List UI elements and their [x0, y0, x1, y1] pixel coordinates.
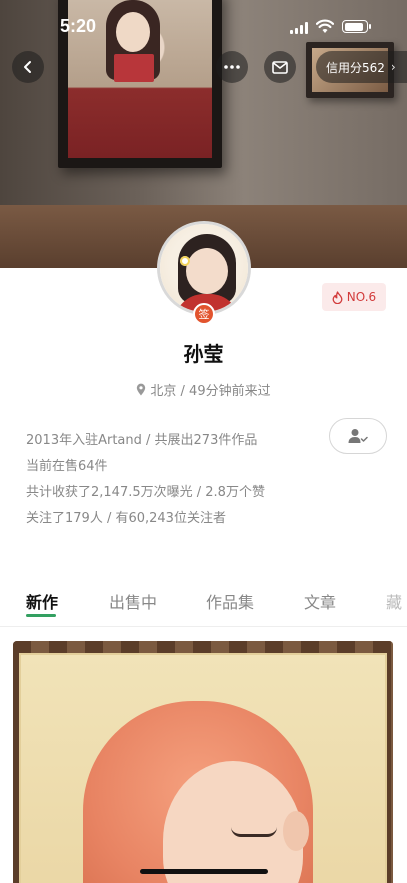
- credit-score-button[interactable]: 信用分562 ›: [316, 51, 407, 83]
- artist-profile-page: 5:20 信用分562 › 签 NO.6 孙莹 北京 / 49分钟前来过 201…: [0, 0, 407, 883]
- mail-icon: [272, 60, 288, 74]
- more-dots-icon: [224, 65, 240, 69]
- artwork-image[interactable]: [13, 641, 393, 883]
- avatar[interactable]: [157, 221, 251, 315]
- tab-articles[interactable]: 文章: [304, 589, 336, 613]
- tab-new-works[interactable]: 新作: [26, 589, 58, 613]
- signal-icon: [290, 22, 310, 34]
- stat-line-exposure: 共计收获了2,147.5万次曝光 / 2.8万个赞: [26, 485, 265, 500]
- rank-badge[interactable]: NO.6: [322, 283, 386, 311]
- tab-collected[interactable]: 藏: [386, 589, 402, 613]
- status-bar: 5:20: [0, 0, 407, 54]
- add-follow-user-icon: [348, 429, 368, 443]
- chevron-right-icon: ›: [390, 60, 396, 74]
- tab-on-sale[interactable]: 出售中: [109, 589, 157, 613]
- stat-line-on-sale: 当前在售64件: [26, 459, 108, 474]
- chevron-left-icon: [24, 61, 31, 73]
- message-button[interactable]: [264, 51, 296, 83]
- more-button[interactable]: [216, 51, 248, 83]
- flame-icon: [332, 290, 343, 304]
- artist-stats: 2013年入驻Artand / 共展出273件作品 当前在售64件 共计收获了2…: [26, 428, 265, 532]
- credit-score-label: 信用分562: [326, 60, 385, 75]
- back-button[interactable]: [12, 51, 44, 83]
- location-pin-icon: [137, 383, 146, 396]
- signed-artist-badge: 签: [193, 303, 215, 325]
- rank-label: NO.6: [346, 290, 377, 304]
- artist-name: 孙莹: [183, 342, 224, 366]
- follow-button[interactable]: [329, 418, 387, 454]
- content-tabs: 新作 出售中 作品集 文章 藏: [0, 585, 407, 627]
- location-text: 北京 / 49分钟前来过: [150, 384, 271, 399]
- location-line: 北京 / 49分钟前来过: [0, 380, 407, 399]
- active-tab-indicator: [26, 614, 56, 617]
- wifi-icon: [316, 19, 334, 33]
- tab-collections[interactable]: 作品集: [206, 589, 254, 613]
- stat-line-follows: 关注了179人 / 有60,243位关注者: [26, 511, 226, 526]
- battery-icon: [342, 20, 371, 33]
- stat-line-joined: 2013年入驻Artand / 共展出273件作品: [26, 433, 258, 448]
- status-time: 5:20: [60, 16, 97, 36]
- home-indicator: [140, 869, 268, 874]
